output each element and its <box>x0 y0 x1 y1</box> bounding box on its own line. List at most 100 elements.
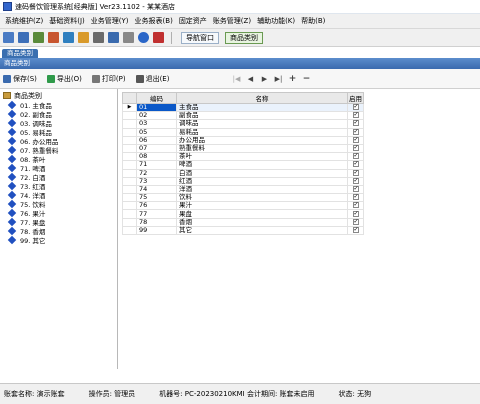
export-button[interactable]: 导出(O) <box>46 74 82 84</box>
table-row[interactable]: 06 办公用品 <box>122 135 364 145</box>
table-row[interactable]: 76 果汁 <box>122 201 364 211</box>
cell-name[interactable]: 饮料 <box>176 193 348 203</box>
mail-icon[interactable] <box>93 32 104 43</box>
window-icon[interactable] <box>18 32 29 43</box>
menu-business[interactable]: 业务管理(Y) <box>88 16 132 26</box>
table-row[interactable]: 99 其它 <box>122 225 364 236</box>
next-record-button[interactable]: ▶ <box>257 75 271 83</box>
row-indicator <box>122 111 137 121</box>
category-icon <box>7 208 17 217</box>
table-row[interactable]: 07 熟重餐料 <box>122 143 364 154</box>
category-icon <box>7 172 17 181</box>
cell-name[interactable]: 红酒 <box>176 176 348 186</box>
cell-name[interactable]: 副食品 <box>176 111 348 121</box>
enabled-checkbox[interactable] <box>352 226 359 233</box>
enabled-checkbox[interactable] <box>352 136 359 143</box>
print-button[interactable]: 打印(P) <box>91 74 126 84</box>
enabled-checkbox[interactable] <box>352 218 359 225</box>
table-row[interactable]: 74 洋酒 <box>122 184 364 195</box>
enabled-checkbox[interactable] <box>352 185 359 192</box>
column-header-code[interactable]: 编码 <box>136 92 177 104</box>
table-row[interactable]: 75 饮料 <box>122 193 364 203</box>
printer-icon[interactable] <box>123 32 134 43</box>
table-row[interactable]: 72 白酒 <box>122 168 364 178</box>
tab-product-category[interactable]: 商品类别 <box>2 49 38 58</box>
enabled-checkbox[interactable] <box>352 128 359 135</box>
cell-name[interactable]: 熟重餐料 <box>176 143 348 154</box>
print-label: 打印(P) <box>101 74 126 83</box>
cell-name[interactable]: 白酒 <box>176 168 348 178</box>
exit-icon <box>135 74 144 83</box>
enabled-checkbox[interactable] <box>352 103 359 111</box>
grid-icon[interactable] <box>33 32 44 43</box>
category-icon <box>7 181 17 190</box>
menu-tools[interactable]: 辅助功能(K) <box>254 16 298 26</box>
category-icon <box>7 226 17 235</box>
column-header-name[interactable]: 名称 <box>176 92 348 104</box>
table-row[interactable]: 78 香烟 <box>122 217 364 227</box>
cell-name[interactable]: 洋酒 <box>176 184 348 195</box>
cell-code[interactable]: 03 <box>136 119 177 129</box>
cell-name[interactable]: 果汁 <box>176 201 348 211</box>
cell-name[interactable]: 果盘 <box>176 209 348 219</box>
table-row[interactable]: 71 啤酒 <box>122 160 364 170</box>
enabled-checkbox[interactable] <box>352 144 359 152</box>
menu-system[interactable]: 系统维护(Z) <box>2 16 46 26</box>
cell-code[interactable]: 99 <box>136 225 177 236</box>
tree-item[interactable]: 99. 其它 <box>3 235 117 245</box>
table-row[interactable]: 03 调味品 <box>122 119 364 129</box>
save-button[interactable]: 保存(S) <box>3 74 37 84</box>
menu-basic-data[interactable]: 基础资料(J) <box>46 16 88 26</box>
menu-reports[interactable]: 业务报表(B) <box>132 16 176 26</box>
menu-fixed-assets[interactable]: 固定资产 <box>176 16 210 26</box>
chart-icon[interactable] <box>48 32 59 43</box>
list-icon[interactable] <box>3 32 14 43</box>
enabled-checkbox[interactable] <box>352 210 359 217</box>
menu-accounts[interactable]: 账务管理(Z) <box>210 16 254 26</box>
table-row[interactable]: ▶ 01 主食品 <box>122 102 364 113</box>
cell-name[interactable]: 茶叶 <box>176 152 348 162</box>
enabled-checkbox[interactable] <box>352 193 359 201</box>
enabled-checkbox[interactable] <box>352 111 359 119</box>
enabled-checkbox[interactable] <box>352 119 359 127</box>
cell-code[interactable]: 76 <box>136 201 177 211</box>
category-window-button[interactable]: 商品类别 <box>225 31 263 44</box>
cell-name[interactable]: 啤酒 <box>176 160 348 170</box>
help-icon[interactable] <box>138 32 149 43</box>
table-row[interactable]: 73 红酒 <box>122 176 364 186</box>
enabled-checkbox[interactable] <box>352 169 359 176</box>
cell-code[interactable]: 71 <box>136 160 177 170</box>
cell-name[interactable]: 主食品 <box>176 102 348 113</box>
cell-code[interactable]: 77 <box>136 209 177 219</box>
table-row[interactable]: 02 副食品 <box>122 111 364 121</box>
first-record-button[interactable]: |◀ <box>229 75 243 83</box>
category-tree: 商品类别 01. 主食品 02. 副食品 03. 调味品 05. 易耗品 06. 办公用… <box>0 89 118 369</box>
folder-icon[interactable] <box>78 32 89 43</box>
nav-window-button[interactable]: 导航窗口 <box>181 31 219 44</box>
enabled-checkbox[interactable] <box>352 152 359 160</box>
cell-name[interactable]: 调味品 <box>176 119 348 129</box>
enabled-checkbox[interactable] <box>352 160 359 168</box>
exit-button[interactable]: 退出(E) <box>135 74 169 84</box>
category-icon <box>7 217 17 226</box>
user-icon[interactable] <box>63 32 74 43</box>
save-icon[interactable] <box>108 32 119 43</box>
exit-icon[interactable] <box>153 32 164 43</box>
column-header-enabled[interactable]: 启用 <box>347 92 364 104</box>
table-row[interactable]: 05 易耗品 <box>122 127 364 137</box>
menu-bar: 系统维护(Z) 基础资料(J) 业务管理(Y) 业务报表(B) 固定资产 账务管… <box>0 14 480 29</box>
cell-name[interactable]: 其它 <box>176 225 348 236</box>
table-row[interactable]: 08 茶叶 <box>122 152 364 162</box>
table-row[interactable]: 77 果盘 <box>122 209 364 219</box>
add-record-button[interactable]: + <box>285 74 299 84</box>
row-indicator <box>122 127 137 137</box>
last-record-button[interactable]: ▶| <box>271 75 285 83</box>
enabled-checkbox[interactable] <box>352 177 359 184</box>
enabled-checkbox[interactable] <box>352 201 359 209</box>
menu-help[interactable]: 帮助(B) <box>298 16 328 26</box>
prev-record-button[interactable]: ◀ <box>243 75 257 83</box>
cell-name[interactable]: 香烟 <box>176 217 348 227</box>
cell-code[interactable]: 72 <box>136 168 177 178</box>
delete-record-button[interactable]: − <box>299 74 313 84</box>
category-icon <box>7 199 17 208</box>
